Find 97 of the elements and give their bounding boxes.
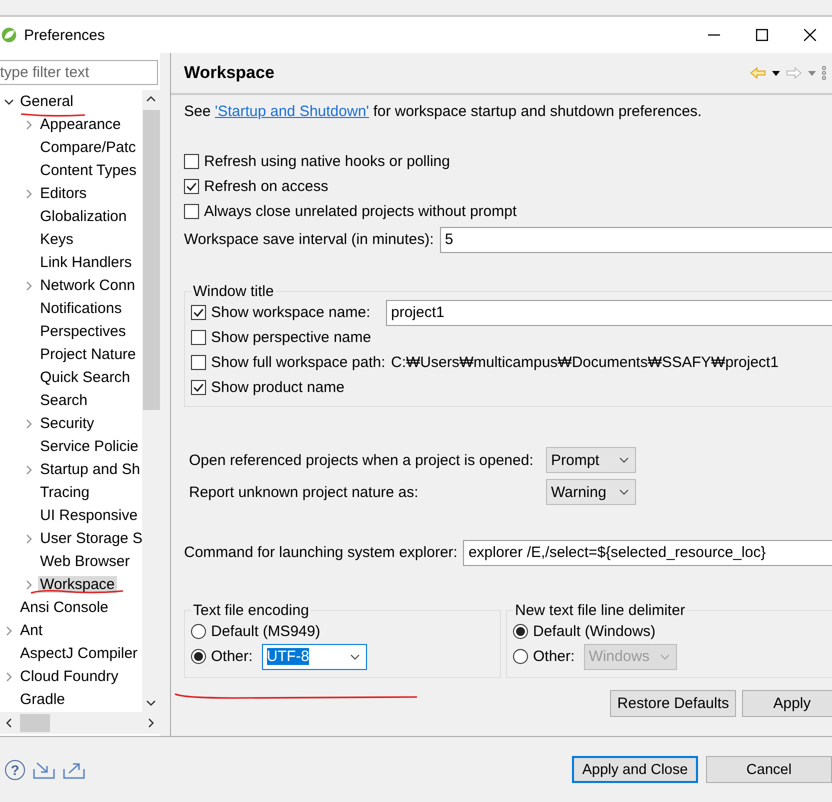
- chevron-down-icon: [619, 457, 629, 463]
- checkbox[interactable]: [184, 179, 199, 194]
- checkbox-label: Always close unrelated projects without prompt: [204, 203, 517, 220]
- checkbox[interactable]: [191, 330, 206, 345]
- tree-item[interactable]: Link Handlers: [38, 254, 134, 271]
- help-icon[interactable]: ?: [5, 760, 25, 780]
- chevron-down-icon: [350, 654, 360, 660]
- workspace-path: C:₩Users₩multicampus₩Documents₩SSAFY₩project1: [391, 354, 779, 371]
- tree-item[interactable]: User Storage S: [38, 530, 142, 547]
- tree-item[interactable]: Globalization: [38, 208, 129, 225]
- intro-text: See 'Startup and Shutdown' for workspace startup and shutdown preferences.: [184, 102, 703, 122]
- field-label: Command for launching system explorer:: [184, 544, 458, 561]
- tree-item[interactable]: Gradle: [18, 691, 68, 708]
- dropdown-icon[interactable]: [772, 70, 780, 76]
- maximize-icon[interactable]: [756, 29, 768, 41]
- group-legend: Window title: [191, 283, 276, 300]
- startup-link[interactable]: 'Startup and Shutdown': [214, 103, 370, 120]
- tree-item[interactable]: Service Policie: [38, 438, 140, 455]
- page-button[interactable]: Restore Defaults: [610, 690, 736, 717]
- scroll-up-icon[interactable]: [146, 94, 156, 104]
- tree-item[interactable]: AspectJ Compiler: [18, 645, 140, 662]
- checkbox-label: Refresh on access: [204, 178, 328, 195]
- annotation-underline: [20, 112, 86, 118]
- tree-item[interactable]: Perspectives: [38, 323, 128, 340]
- tree-item[interactable]: Editors: [38, 185, 89, 202]
- tree-item[interactable]: Appearance: [38, 116, 123, 133]
- scroll-right-icon[interactable]: [146, 718, 156, 728]
- page-button[interactable]: Apply: [742, 690, 832, 717]
- interval-field[interactable]: 5: [440, 226, 832, 252]
- chevron-down-icon: [619, 489, 629, 495]
- tree-item[interactable]: Project Nature: [38, 346, 138, 363]
- chevron-right-icon[interactable]: [24, 464, 34, 474]
- tree-item[interactable]: Compare/Patc: [38, 139, 138, 156]
- group-legend: New text file line delimiter: [513, 602, 688, 619]
- dropdown[interactable]: Prompt: [546, 447, 636, 473]
- close-icon[interactable]: [804, 29, 816, 41]
- checkbox-label: Refresh using native hooks or polling: [204, 153, 450, 170]
- radio-button[interactable]: [191, 649, 206, 664]
- tree-item[interactable]: Web Browser: [38, 553, 132, 570]
- chevron-right-icon[interactable]: [24, 280, 34, 290]
- radio-label: Default (MS949): [211, 623, 320, 640]
- dropdown[interactable]: UTF-8: [262, 644, 367, 670]
- chevron-right-icon[interactable]: [24, 534, 34, 544]
- scroll-left-icon[interactable]: [4, 718, 14, 728]
- tree-item[interactable]: Notifications: [38, 300, 124, 317]
- checkbox[interactable]: [191, 355, 206, 370]
- checkbox-label: Show workspace name:: [211, 304, 372, 321]
- tree-item[interactable]: UI Responsive: [38, 507, 140, 524]
- checkbox[interactable]: [184, 204, 199, 219]
- radio-label: Other:: [211, 648, 253, 665]
- tree-item[interactable]: Content Types: [38, 162, 138, 179]
- checkbox-label: Show product name: [211, 379, 344, 396]
- tree-item[interactable]: Keys: [38, 231, 76, 248]
- chevron-down-icon: [660, 654, 670, 660]
- tree-item[interactable]: Ansi Console: [18, 599, 110, 616]
- field-label: Workspace save interval (in minutes):: [184, 231, 434, 248]
- window-title: Preferences: [24, 26, 105, 44]
- tree-item[interactable]: Quick Search: [38, 369, 132, 386]
- chevron-right-icon[interactable]: [4, 626, 14, 636]
- checkbox[interactable]: [184, 154, 199, 169]
- tree-item[interactable]: Startup and Sh: [38, 461, 142, 478]
- tree-item[interactable]: Cloud Foundry: [18, 668, 120, 685]
- checkbox-label: Show perspective name: [211, 329, 372, 346]
- dropdown[interactable]: Warning: [546, 479, 636, 505]
- radio-button[interactable]: [191, 624, 206, 639]
- dialog-button[interactable]: Apply and Close: [572, 756, 698, 783]
- chevron-right-icon[interactable]: [24, 418, 34, 428]
- tree-item[interactable]: Network Conn: [38, 277, 138, 294]
- workspace-name-field[interactable]: project1: [386, 300, 832, 326]
- field-label: Report unknown project nature as:: [189, 484, 420, 500]
- chevron-right-icon[interactable]: [24, 120, 34, 130]
- scrollbar-thumb[interactable]: [20, 714, 50, 732]
- chevron-right-icon[interactable]: [4, 672, 14, 682]
- chevron-down-icon[interactable]: [4, 96, 14, 106]
- checkbox[interactable]: [191, 380, 206, 395]
- filter-field[interactable]: type filter text: [0, 60, 158, 85]
- export-icon[interactable]: [63, 760, 85, 778]
- checkbox[interactable]: [191, 305, 206, 320]
- import-icon[interactable]: [33, 760, 55, 778]
- tree-item[interactable]: General: [18, 93, 76, 110]
- more-icon[interactable]: [822, 66, 826, 80]
- tree-item[interactable]: Workspace: [38, 576, 117, 593]
- tree-item[interactable]: Security: [38, 415, 96, 432]
- tree-item[interactable]: Search: [38, 392, 90, 409]
- chevron-right-icon[interactable]: [24, 580, 34, 590]
- tree-item[interactable]: Ant: [18, 622, 45, 639]
- field-label: Open referenced projects when a project is opened:: [189, 452, 534, 468]
- chevron-right-icon[interactable]: [24, 188, 34, 198]
- horizontal-scrollbar[interactable]: [0, 712, 160, 734]
- radio-label: Other:: [533, 648, 575, 665]
- tree-item[interactable]: Tracing: [38, 484, 92, 501]
- dialog-button[interactable]: Cancel: [706, 756, 832, 783]
- page-title: Workspace: [184, 63, 274, 83]
- explorer-command-field[interactable]: explorer /E,/select=${selected_resource_loc}: [463, 540, 832, 566]
- group-legend: Text file encoding: [191, 602, 311, 619]
- radio-label: Default (Windows): [533, 623, 656, 640]
- scroll-down-icon[interactable]: [146, 698, 156, 708]
